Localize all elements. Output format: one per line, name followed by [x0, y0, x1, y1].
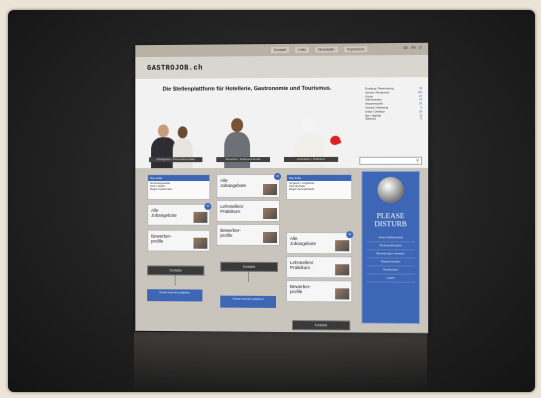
left-tile-profiles[interactable]: Bewerber-profile	[147, 229, 211, 252]
photo-frame: Kontakt Links Newsletter Impressum DE FR…	[8, 10, 535, 392]
top-nav: Kontakt Links Newsletter Impressum	[271, 46, 368, 54]
please-disturb-title: PLEASE DISTURB	[374, 211, 407, 229]
tile-image	[263, 231, 278, 243]
box-text: Serviceangestellte Koch / Köchin Region …	[150, 182, 173, 192]
side-link[interactable]: Neues Stelleninserat	[366, 234, 415, 243]
side-link[interactable]: Logout	[366, 274, 415, 283]
mid-tile-all-jobs[interactable]: Alle Jobangebote 43	[216, 172, 281, 198]
tile-image	[335, 264, 350, 276]
nav-link-newsletter[interactable]: Newsletter	[315, 46, 338, 53]
site-tagline: Die Stellenplattform für Hotellerie, Gas…	[162, 85, 332, 93]
count-badge: 43	[274, 172, 281, 181]
tile-label: Alle Jobangebote	[289, 236, 317, 247]
tile-image	[193, 237, 208, 249]
language-switch: DE FR IT	[403, 46, 422, 50]
mid-tile-profiles[interactable]: Bewerber-profile	[216, 223, 281, 246]
mid-contacts-button[interactable]: Kontakte	[220, 261, 279, 272]
side-link[interactable]: Bewerbungen verwalten	[366, 250, 415, 259]
website-mockup: Kontakt Links Newsletter Impressum DE FR…	[135, 42, 429, 334]
lang-de[interactable]: DE	[403, 46, 408, 50]
tile-image	[335, 240, 350, 252]
tile-label: Bewerber-profile	[220, 227, 241, 238]
chain-decoration	[248, 271, 250, 282]
box-text: Jungkoch / Jungköchin Chef de Partie Reg…	[288, 181, 315, 192]
job-category-row[interactable]: Wellness 5	[365, 118, 422, 122]
tile-label: Lehrstellen/ Praktikum	[289, 260, 314, 271]
hero-label-applicant[interactable]: Bewerber / Stellensuchende	[216, 157, 271, 163]
door-knob-icon	[377, 176, 404, 204]
right-tile-apprenticeship[interactable]: Lehrstellen/ Praktikum	[285, 256, 353, 279]
count-badge: 46	[346, 231, 354, 239]
side-link-list: Neues Stelleninserat Firmenprofil ändern…	[366, 234, 415, 283]
tile-label: Alle Jobangebote	[151, 207, 177, 218]
tile-image	[263, 184, 278, 195]
right-tile-all-jobs[interactable]: Alle Jobangebote 46	[285, 231, 354, 255]
chain-decoration	[174, 275, 176, 286]
hero-label-apprentice[interactable]: Lehrstellen / Praktikum	[283, 156, 339, 162]
tile-image	[335, 288, 350, 300]
nav-link-imprint[interactable]: Impressum	[343, 46, 368, 53]
left-contacts-button[interactable]: Kontakte	[147, 265, 205, 276]
lang-fr[interactable]: FR	[411, 46, 416, 50]
floor-reflection	[134, 332, 427, 392]
right-top-jobs-box[interactable]: Top Jobs Jungkoch / Jungköchin Chef de P…	[285, 173, 353, 201]
tile-label: Lehrstellen/ Praktikum	[220, 203, 244, 214]
side-link[interactable]: Passwort ändern	[366, 258, 415, 267]
please-disturb-panel: PLEASE DISTURB Neues Stelleninserat Firm…	[361, 170, 421, 325]
right-tile-profiles[interactable]: Bewerber-profile	[285, 280, 353, 303]
right-contacts-button[interactable]: Kontakte	[292, 320, 351, 331]
heart-icon	[328, 134, 342, 147]
tile-image	[193, 211, 208, 223]
website-page: Kontakt Links Newsletter Impressum DE FR…	[135, 42, 429, 334]
nav-link-contact[interactable]: Kontakt	[271, 46, 289, 54]
side-link[interactable]: Rechnungen	[366, 266, 415, 275]
left-free-ad-button[interactable]: Gratis Inserat aufgeben	[147, 289, 203, 302]
search-input[interactable]: Job suchen ⚲	[359, 156, 423, 172]
site-logo[interactable]: GASTROJOB.ch	[147, 65, 203, 73]
side-link[interactable]: Firmenprofil ändern	[366, 242, 415, 251]
nav-link-links[interactable]: Links	[294, 46, 310, 53]
tile-label: Bewerber-profile	[151, 233, 172, 244]
hero-label-employer[interactable]: Arbeitgeber / Personalvermittler	[149, 157, 203, 163]
count-badge: 53	[204, 202, 212, 210]
mid-free-ad-button[interactable]: Gratis Inserat aufgeben	[220, 295, 277, 308]
job-category-list: Empfang / Reservierung 33 Service / Resta…	[365, 87, 422, 122]
tile-label: Alle Jobangebote	[220, 178, 247, 188]
search-icon[interactable]: ⚲	[414, 158, 419, 164]
tile-label: Bewerber-profile	[289, 284, 311, 295]
lang-it[interactable]: IT	[419, 46, 422, 50]
tile-image	[263, 207, 278, 219]
left-top-jobs-box[interactable]: Top Jobs Serviceangestellte Koch / Köchi…	[147, 174, 211, 200]
mid-tile-apprenticeship[interactable]: Lehrstellen/ Praktikum	[216, 199, 281, 222]
left-tile-all-jobs[interactable]: Alle Jobangebote 53	[147, 202, 212, 226]
